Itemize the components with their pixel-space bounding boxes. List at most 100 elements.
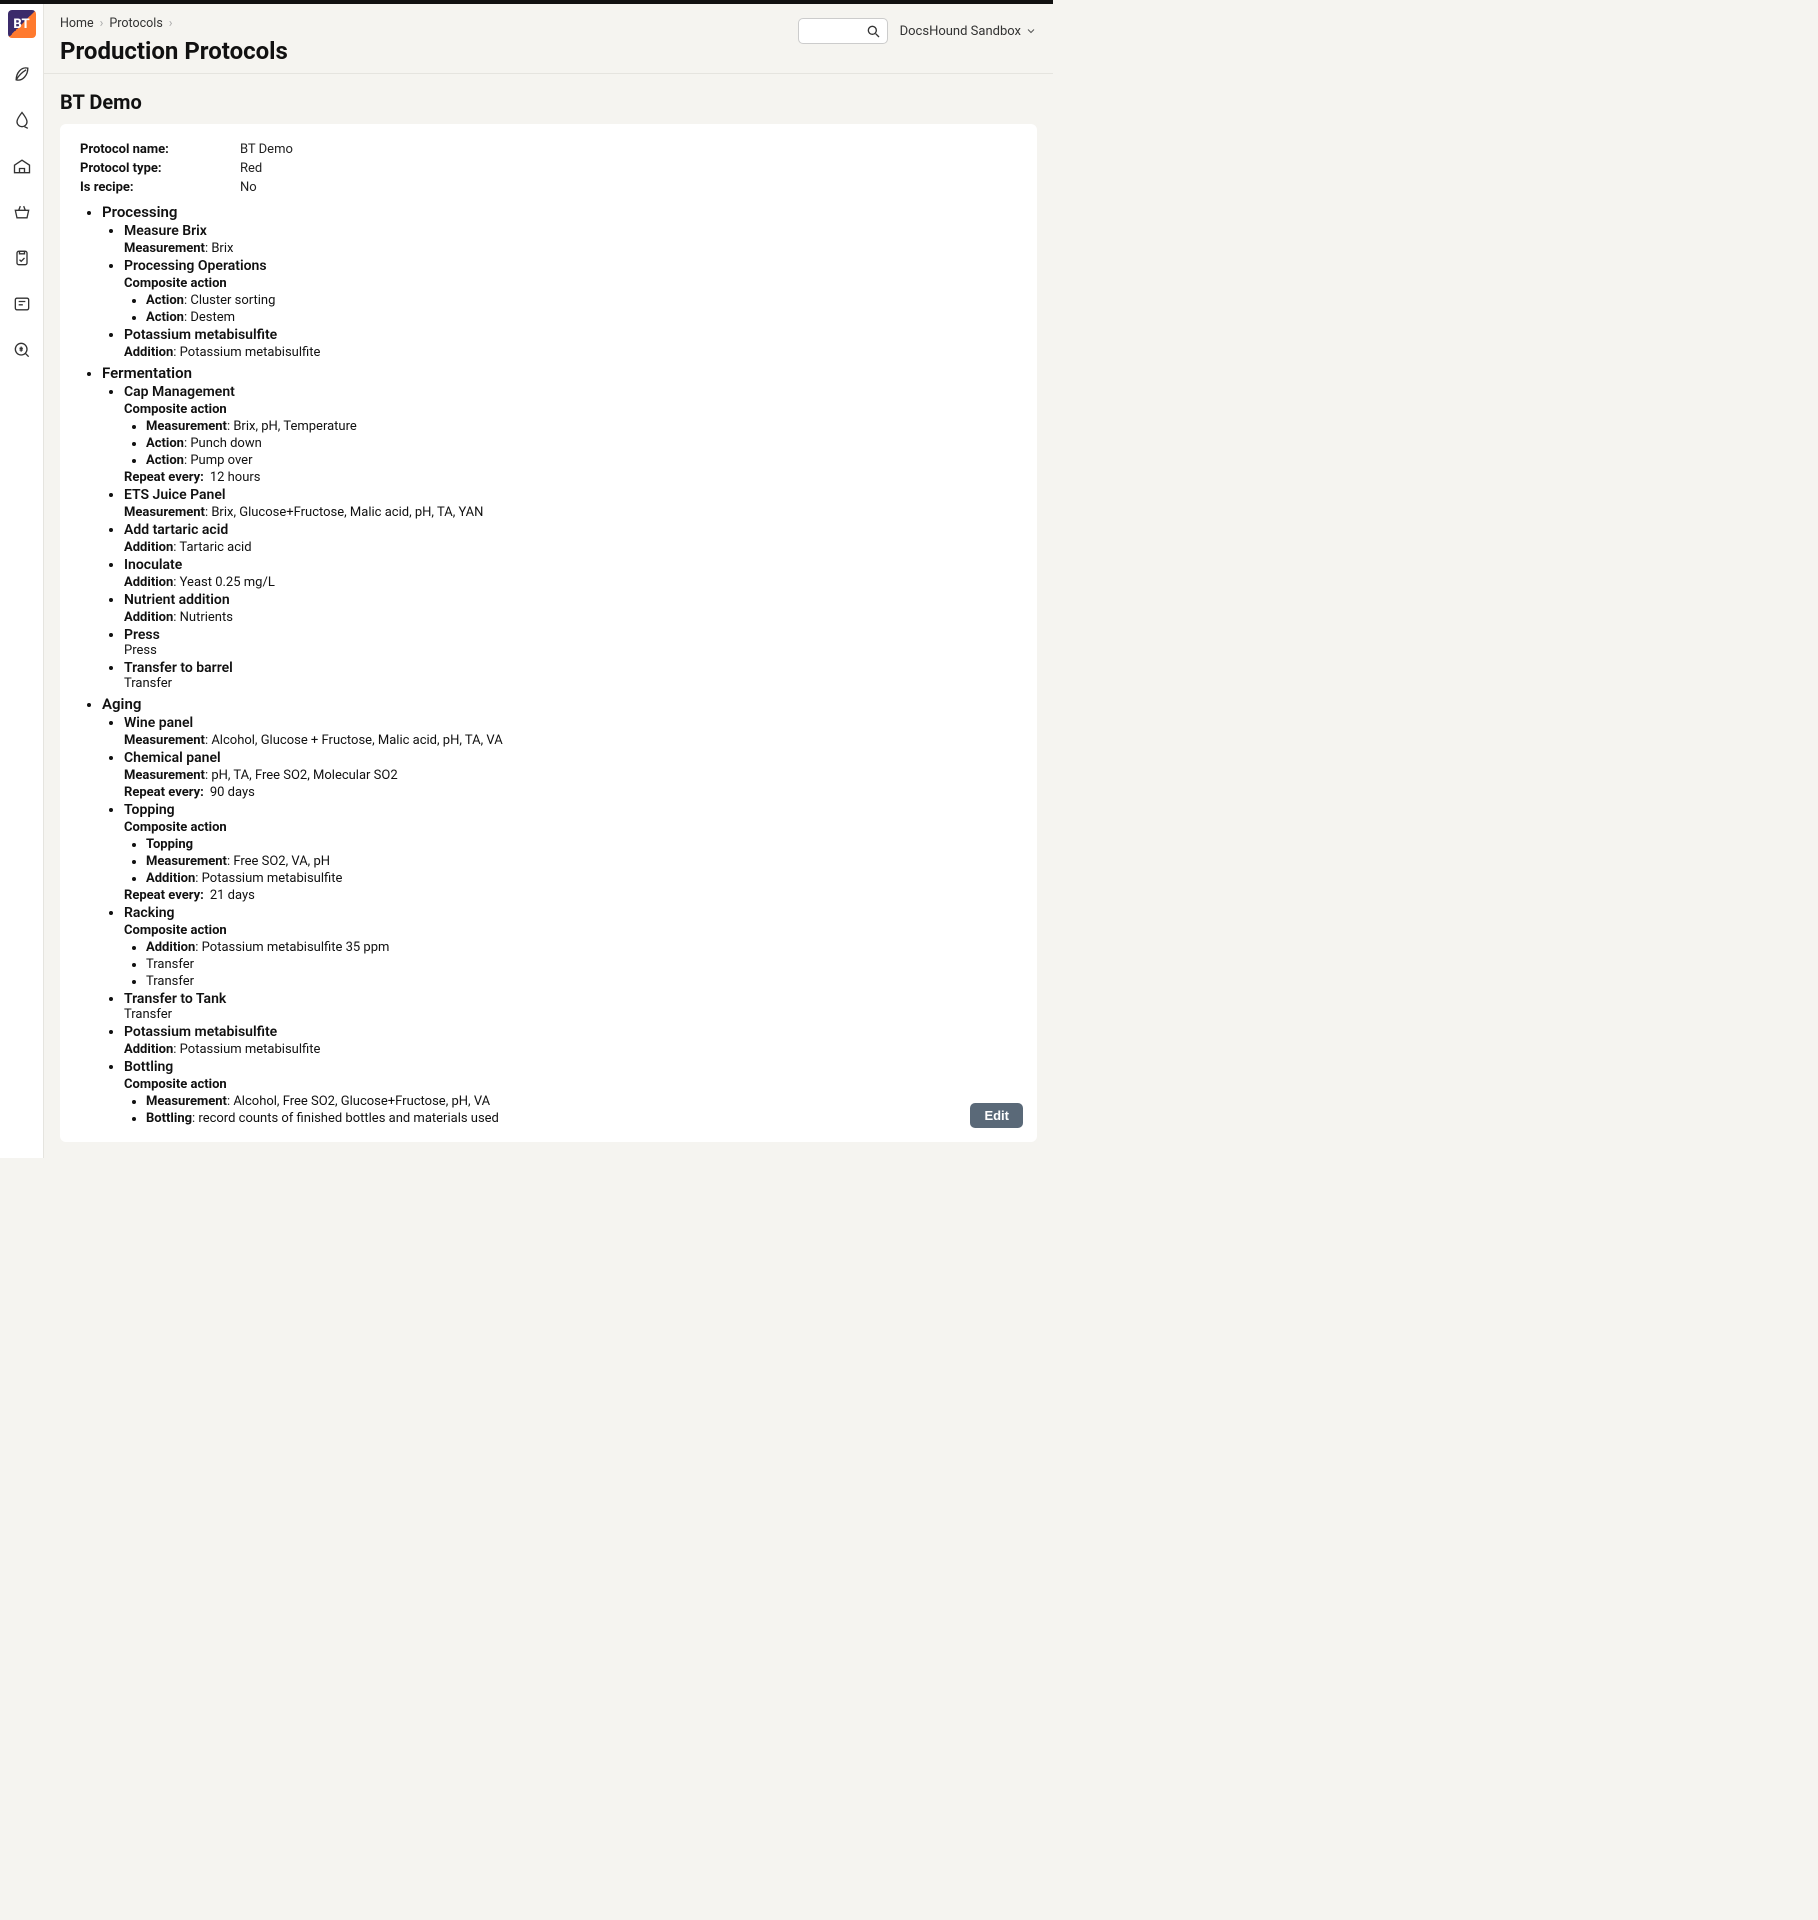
detail-value: Cluster sorting xyxy=(190,293,275,308)
repeat-value: 90 days xyxy=(210,785,255,800)
label-addition: Addition xyxy=(146,940,195,955)
meta-recipe-value: No xyxy=(240,180,257,195)
app-logo[interactable]: BT xyxy=(8,10,36,38)
step-racking: Racking Composite action Addition: Potas… xyxy=(124,905,1017,989)
detail-value: Transfer xyxy=(124,1007,1017,1022)
label-repeat: Repeat every: xyxy=(124,470,204,485)
meta-row-recipe: Is recipe: No xyxy=(80,180,1017,195)
step-transfer-tank: Transfer to Tank Transfer xyxy=(124,991,1017,1022)
detail-value: Destem xyxy=(190,310,235,325)
step-title: Press xyxy=(124,627,1017,643)
step-title: Potassium metabisulfite xyxy=(124,1024,1017,1040)
step-measure-brix: Measure Brix Measurement: Brix xyxy=(124,223,1017,256)
sub-transfer: Transfer xyxy=(146,957,1017,972)
detail-value: Yeast 0.25 mg/L xyxy=(180,575,275,590)
search-input[interactable] xyxy=(798,18,888,44)
step-ets-panel: ETS Juice Panel Measurement: Brix, Gluco… xyxy=(124,487,1017,520)
detail-value: Pump over xyxy=(190,453,252,468)
step-press: Press Press xyxy=(124,627,1017,658)
phase-title: Fermentation xyxy=(102,364,1017,382)
basket-icon[interactable] xyxy=(8,198,36,226)
label-composite: Composite action xyxy=(124,820,227,835)
detail-value: Brix xyxy=(211,241,233,256)
leaf-icon[interactable] xyxy=(8,60,36,88)
step-title: Add tartaric acid xyxy=(124,522,1017,538)
label-bottling: Bottling xyxy=(146,1111,192,1126)
main-content: Home › Protocols › Production Protocols … xyxy=(44,4,1053,1158)
label-repeat: Repeat every: xyxy=(124,888,204,903)
label-addition: Addition xyxy=(124,1042,173,1057)
step-tartaric: Add tartaric acid Addition: Tartaric aci… xyxy=(124,522,1017,555)
label-addition: Addition xyxy=(124,610,173,625)
detail-value: Transfer xyxy=(124,676,1017,691)
label-action: Action xyxy=(146,436,184,451)
detail-value: record counts of finished bottles and ma… xyxy=(198,1111,498,1126)
step-title: Wine panel xyxy=(124,715,1017,731)
label-composite: Composite action xyxy=(124,923,227,938)
label-composite: Composite action xyxy=(124,402,227,417)
label-measurement: Measurement xyxy=(124,768,205,783)
detail-value: Tartaric acid xyxy=(179,540,251,555)
label-measurement: Measurement xyxy=(124,505,205,520)
label-measurement: Measurement xyxy=(124,733,205,748)
step-title: Bottling xyxy=(124,1059,1017,1075)
detail-value: pH, TA, Free SO2, Molecular SO2 xyxy=(211,768,397,783)
breadcrumb-protocols[interactable]: Protocols xyxy=(109,16,162,31)
sub-measurement: Measurement: Free SO2, VA, pH xyxy=(146,854,1017,869)
search-icon xyxy=(865,23,881,39)
label-composite: Composite action xyxy=(124,1077,227,1092)
repeat-row: Repeat every: 12 hours xyxy=(124,470,1017,485)
edit-button[interactable]: Edit xyxy=(970,1103,1023,1128)
label-composite: Composite action xyxy=(124,276,227,291)
step-title: Transfer to barrel xyxy=(124,660,1017,676)
label-measurement: Measurement xyxy=(146,854,227,869)
step-bottling: Bottling Composite action Measurement: A… xyxy=(124,1059,1017,1126)
step-transfer-barrel: Transfer to barrel Transfer xyxy=(124,660,1017,691)
chevron-down-icon xyxy=(1025,25,1037,37)
sub-measurement: Measurement: Brix, pH, Temperature xyxy=(146,419,1017,434)
sub-action: Action: Punch down xyxy=(146,436,1017,451)
sub-addition: Addition: Potassium metabisulfite 35 ppm xyxy=(146,940,1017,955)
detail-value: Potassium metabisulfite xyxy=(202,871,343,886)
clipboard-icon[interactable] xyxy=(8,244,36,272)
label-addition: Addition xyxy=(124,540,173,555)
detail-value: Potassium metabisulfite 35 ppm xyxy=(202,940,390,955)
step-cap-management: Cap Management Composite action Measurem… xyxy=(124,384,1017,485)
sub-action: Action: Destem xyxy=(146,310,1017,325)
breadcrumb-home[interactable]: Home xyxy=(60,16,94,31)
phase-fermentation: Fermentation Cap Management Composite ac… xyxy=(102,364,1017,691)
workspace-switcher[interactable]: DocsHound Sandbox xyxy=(900,24,1037,39)
label-action: Action xyxy=(146,310,184,325)
detail-value: Brix, pH, Temperature xyxy=(233,419,356,434)
report-icon[interactable] xyxy=(8,290,36,318)
detail-value: Potassium metabisulfite xyxy=(180,345,321,360)
repeat-value: 12 hours xyxy=(210,470,261,485)
label-action: Action xyxy=(146,293,184,308)
protocol-card: Protocol name: BT Demo Protocol type: Re… xyxy=(60,124,1037,1142)
sub-bottling: Bottling: record counts of finished bott… xyxy=(146,1111,1017,1126)
sub-transfer: Transfer xyxy=(146,974,1017,989)
step-processing-ops: Processing Operations Composite action A… xyxy=(124,258,1017,325)
detail-value: Free SO2, VA, pH xyxy=(233,854,330,869)
step-nutrient: Nutrient addition Addition: Nutrients xyxy=(124,592,1017,625)
step-inoculate: Inoculate Addition: Yeast 0.25 mg/L xyxy=(124,557,1017,590)
label-action: Action xyxy=(146,453,184,468)
drop-icon[interactable] xyxy=(8,106,36,134)
detail-value: Alcohol, Free SO2, Glucose+Fructose, pH,… xyxy=(233,1094,490,1109)
warehouse-icon[interactable] xyxy=(8,152,36,180)
meta-row-type: Protocol type: Red xyxy=(80,161,1017,176)
sub-action: Action: Cluster sorting xyxy=(146,293,1017,308)
repeat-value: 21 days xyxy=(210,888,255,903)
step-topping: Topping Composite action Topping Measure… xyxy=(124,802,1017,903)
cost-icon[interactable] xyxy=(8,336,36,364)
breadcrumb: Home › Protocols › xyxy=(60,16,288,31)
step-title: Racking xyxy=(124,905,1017,921)
step-title: Processing Operations xyxy=(124,258,1017,274)
sub-addition: Addition: Potassium metabisulfite xyxy=(146,871,1017,886)
label-topping: Topping xyxy=(146,837,193,852)
sidebar: BT xyxy=(0,4,44,1158)
label-addition: Addition xyxy=(146,871,195,886)
protocol-tree: Processing Measure Brix Measurement: Bri… xyxy=(80,203,1017,1126)
step-title: Topping xyxy=(124,802,1017,818)
phase-title: Aging xyxy=(102,695,1017,713)
